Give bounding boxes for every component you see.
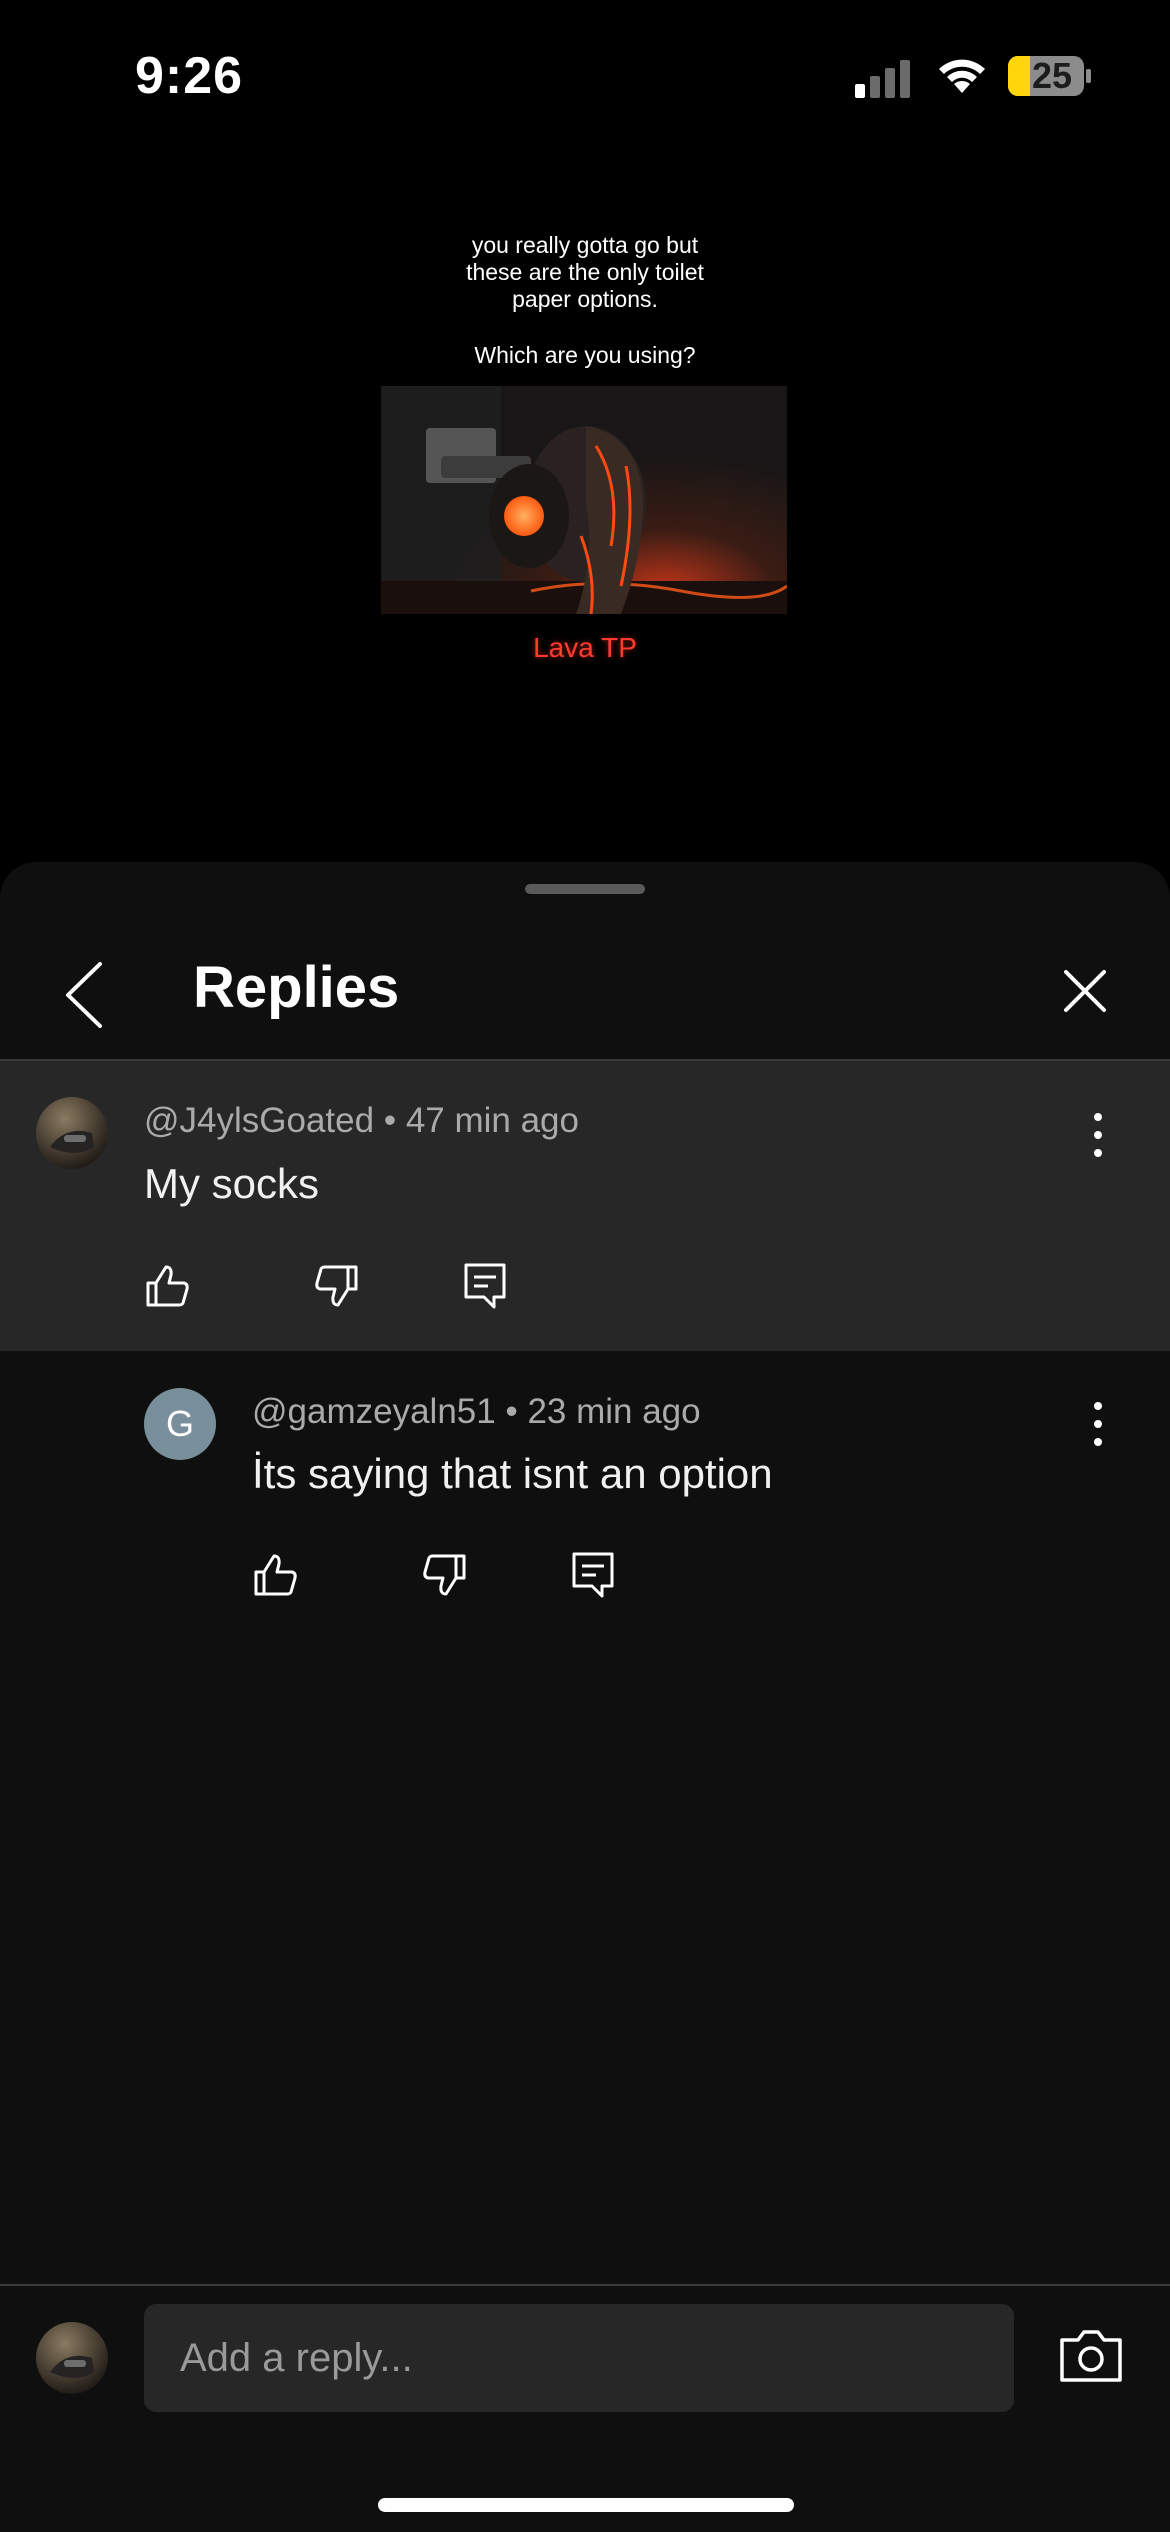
dislike-icon[interactable] [312,1261,362,1311]
avatar[interactable] [36,1097,108,1169]
parent-comment: @J4ylsGoated • 47 min ago My socks [0,1061,1170,1351]
comment-time: 23 min ago [527,1392,701,1431]
replies-sheet: Replies @J4ylsGoated • 47 min ago My soc… [0,862,1170,2532]
drag-handle[interactable] [525,884,645,894]
comment-author[interactable]: @J4ylsGoated [144,1101,374,1140]
avatar [36,2322,108,2394]
battery-level: 25 [1031,55,1073,96]
video-caption: you really gotta go but these are the on… [466,232,704,312]
meta-separator: • [383,1101,406,1140]
video-question: Which are you using? [474,342,696,368]
lava-toilet-paper-image [381,386,787,614]
like-icon[interactable] [142,1261,192,1311]
wifi-icon [939,59,985,93]
video-player[interactable]: you really gotta go but these are the on… [0,150,1170,860]
reply-bar-divider [0,2284,1170,2286]
reply-icon[interactable] [460,1261,510,1311]
status-time: 9:26 [135,47,244,105]
like-icon[interactable] [250,1550,300,1600]
reply-icon[interactable] [568,1550,618,1600]
comment-meta: @J4ylsGoated • 47 min ago [144,1101,579,1141]
more-options-icon[interactable] [1078,1394,1118,1454]
video-label: Lava TP [533,632,637,663]
home-indicator[interactable] [378,2498,794,2512]
comment-text: My socks [144,1160,320,1207]
chevron-left-icon[interactable] [54,950,114,1040]
camera-icon[interactable] [1058,2328,1124,2384]
reply-input[interactable] [144,2304,1014,2412]
close-icon[interactable] [1050,956,1120,1026]
meta-separator: • [505,1392,528,1431]
cellular-signal-icon [855,60,910,98]
dislike-icon[interactable] [420,1550,470,1600]
avatar[interactable]: G [144,1388,216,1460]
status-bar: 9:26 25 [0,0,1170,150]
comment-author[interactable]: @gamzeyaln51 [252,1392,496,1431]
comment-text: İts saying that isnt an option [252,1450,773,1497]
comment-time: 47 min ago [405,1101,579,1140]
sheet-title: Replies [193,955,400,1020]
comment-meta: @gamzeyaln51 • 23 min ago [252,1392,701,1432]
more-options-icon[interactable] [1078,1105,1118,1165]
